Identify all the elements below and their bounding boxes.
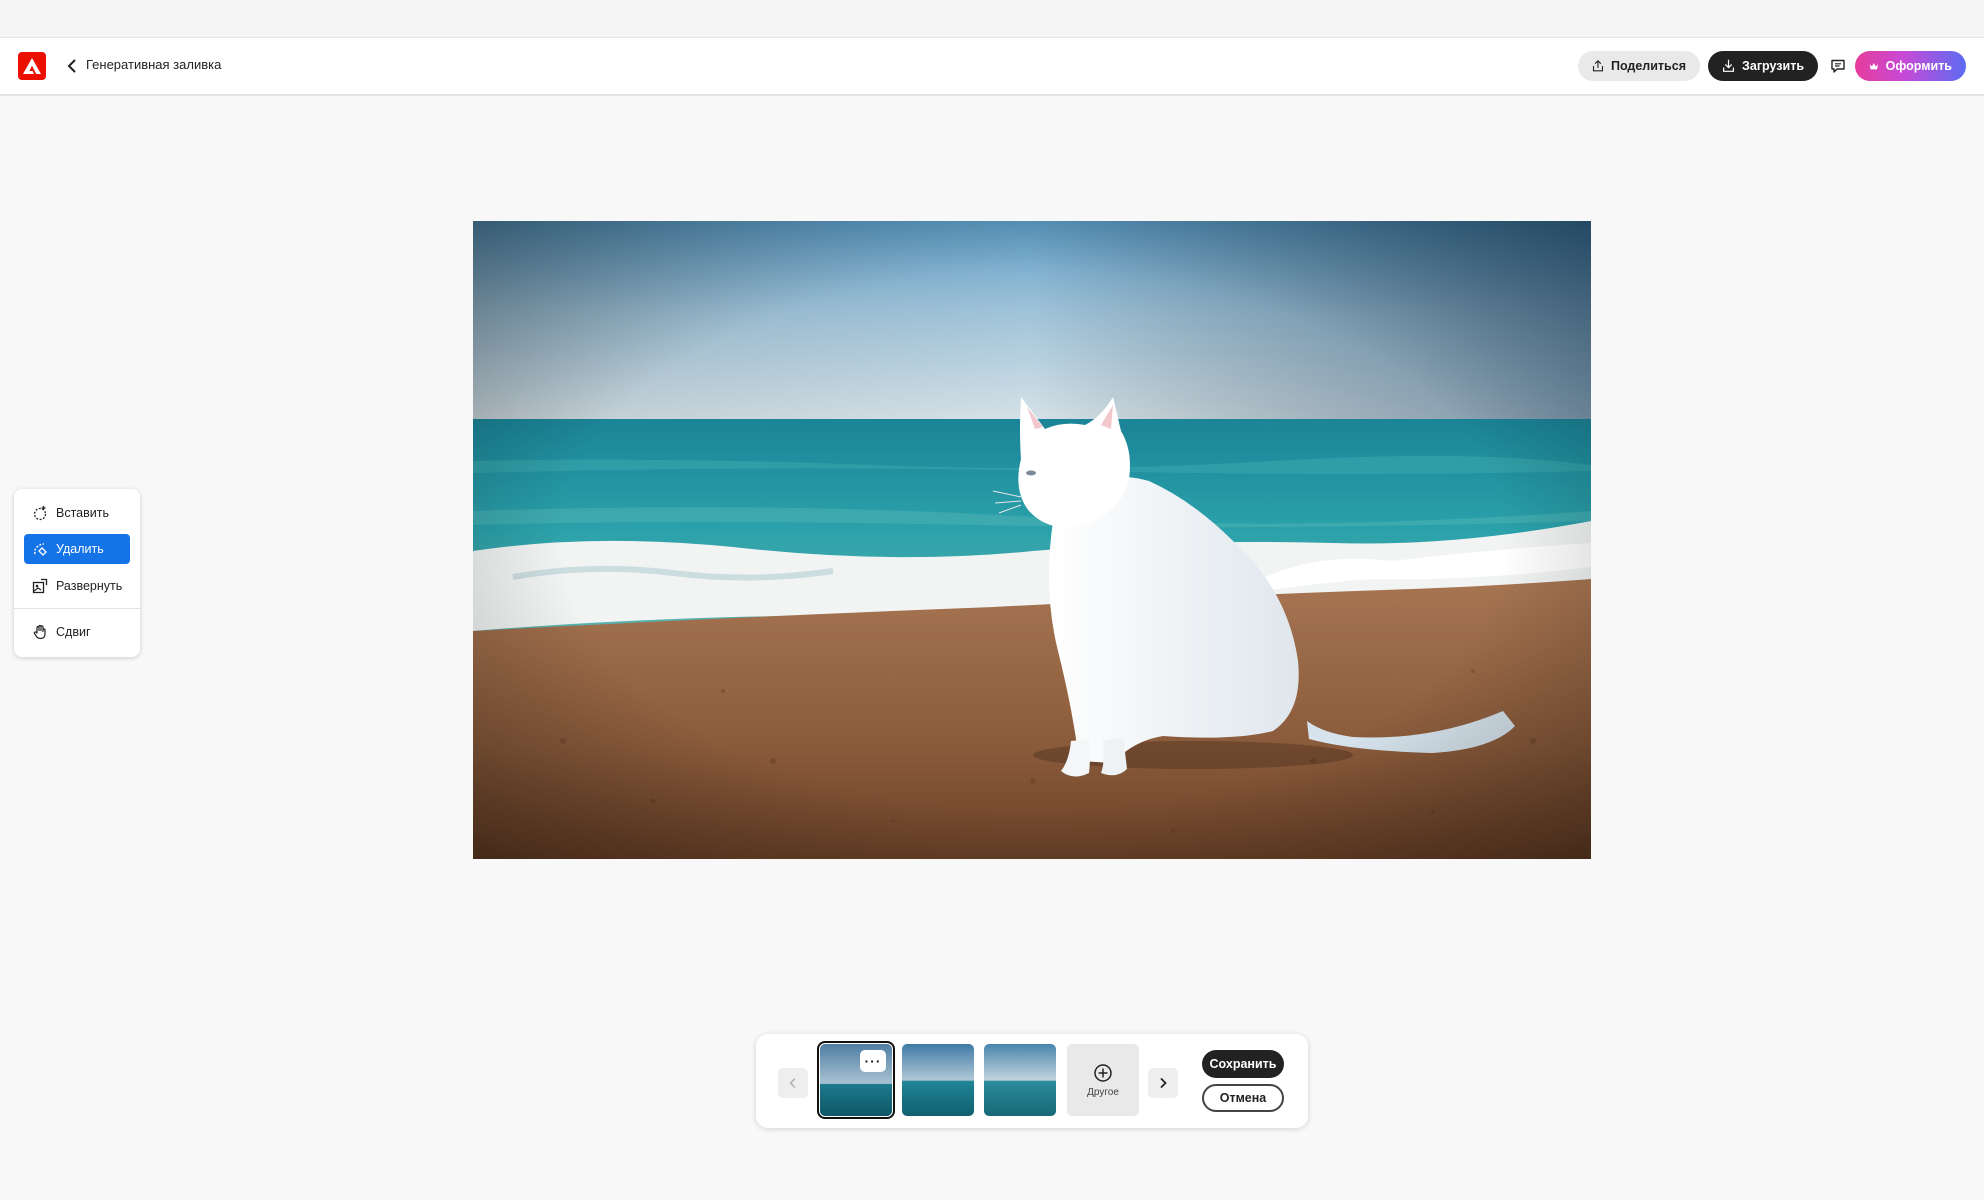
share-label: Поделиться <box>1610 59 1686 73</box>
prev-variation-button[interactable] <box>778 1068 808 1098</box>
tool-divider <box>14 608 140 609</box>
variation-preview-2 <box>902 1044 974 1116</box>
canvas-image[interactable] <box>473 221 1591 859</box>
more-variations-button[interactable]: Другое <box>1067 1044 1139 1116</box>
back-chevron-icon[interactable] <box>60 54 84 78</box>
variations-bar: ··· Другое Сохранить Отмена <box>756 1034 1308 1128</box>
next-variation-button[interactable] <box>1148 1068 1178 1098</box>
tool-pan[interactable]: Сдвиг <box>24 617 130 647</box>
browser-top-strip <box>0 0 1984 38</box>
variation-thumb-1[interactable]: ··· <box>817 1041 895 1119</box>
remove-icon <box>34 543 47 556</box>
beach-cat-image <box>473 221 1591 859</box>
chevron-right-icon <box>1160 1078 1167 1088</box>
crown-icon <box>1869 62 1879 69</box>
chevron-left-icon <box>789 1078 796 1088</box>
more-dots-icon: ··· <box>864 1053 882 1069</box>
variation-thumb-2[interactable] <box>902 1044 974 1116</box>
upgrade-label: Оформить <box>1885 59 1952 73</box>
tool-panel: Вставить Удалить Развернуть Сдвиг <box>14 489 140 657</box>
cancel-button[interactable]: Отмена <box>1202 1084 1284 1112</box>
tool-insert-label: Вставить <box>56 506 109 520</box>
tool-remove-label: Удалить <box>56 542 104 556</box>
adobe-logo-icon[interactable] <box>18 52 46 80</box>
save-button[interactable]: Сохранить <box>1202 1050 1284 1078</box>
expand-icon <box>32 578 48 594</box>
tool-expand[interactable]: Развернуть <box>24 571 130 601</box>
thumb-more-options[interactable]: ··· <box>860 1050 886 1072</box>
hand-pan-icon <box>33 624 46 640</box>
upgrade-button[interactable]: Оформить <box>1855 51 1966 81</box>
add-circle-icon <box>1094 1063 1112 1082</box>
comment-icon[interactable] <box>1826 54 1850 78</box>
tool-expand-label: Развернуть <box>56 579 123 593</box>
insert-icon <box>33 506 47 521</box>
tool-insert[interactable]: Вставить <box>24 498 130 528</box>
more-variations-label: Другое <box>1087 1086 1119 1098</box>
variation-thumb-3[interactable] <box>984 1044 1056 1116</box>
share-icon <box>1592 59 1604 72</box>
variation-preview-3 <box>984 1044 1056 1116</box>
page-title: Генеративная заливка <box>86 57 222 72</box>
tool-pan-label: Сдвиг <box>56 625 91 639</box>
download-button[interactable]: Загрузить <box>1708 51 1818 81</box>
tool-remove[interactable]: Удалить <box>24 534 130 564</box>
download-icon <box>1723 59 1735 72</box>
share-button[interactable]: Поделиться <box>1578 51 1700 81</box>
download-label: Загрузить <box>1742 59 1804 73</box>
app-header: Генеративная заливка Поделиться Загрузит… <box>0 38 1984 96</box>
